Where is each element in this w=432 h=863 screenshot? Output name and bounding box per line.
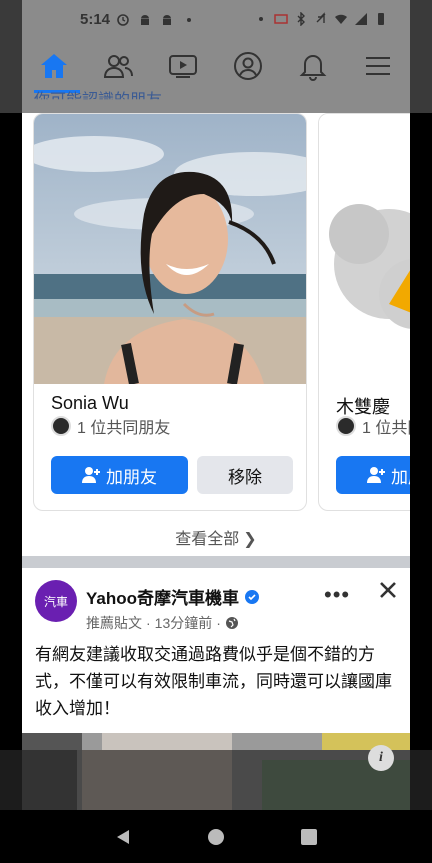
bell-icon (299, 55, 327, 81)
add-friend-label-2: 加朋友 (391, 467, 410, 487)
signal-icon (355, 13, 367, 25)
profile-icon (234, 52, 262, 80)
post-meta: 推薦貼文 · 13分鐘前 · (86, 613, 239, 633)
see-all-link[interactable]: 查看全部 ❯ (22, 525, 410, 549)
page-avatar-text: 汽車 (43, 594, 68, 609)
profile-photo[interactable] (34, 114, 306, 384)
post-header: 汽車 Yahoo奇摩汽車機車 推薦貼文 · 13分鐘前 · ••• (22, 568, 410, 638)
post-type: 推薦貼文 (86, 615, 142, 631)
status-bar: 5:14 (22, 0, 410, 40)
nav-home[interactable] (34, 48, 74, 84)
friend-suggestion-card: Sonia Wu 1 位共同朋友 加朋友 移除 (33, 113, 307, 511)
watch-icon (169, 55, 197, 78)
android-icon (141, 15, 149, 25)
mute-icon (316, 12, 326, 23)
dot-icon (187, 18, 191, 22)
add-friend-button[interactable]: 加朋友 (51, 456, 188, 494)
recents-icon[interactable] (300, 828, 318, 846)
wifi-icon (335, 14, 347, 24)
post-image[interactable] (22, 733, 410, 750)
add-friend-button-2[interactable]: 加朋友 (336, 456, 410, 494)
post-time[interactable]: 13分鐘前 (155, 613, 213, 633)
post-image-dimmed (22, 750, 410, 810)
mutual-friend-avatar-2 (336, 416, 356, 436)
mutual-friends: 1 位共同朋友 (51, 414, 170, 438)
menu-icon (366, 57, 390, 75)
remove-label: 移除 (228, 467, 262, 487)
status-right-icons (254, 12, 388, 26)
cast-icon (274, 14, 288, 24)
system-navigation-bar (0, 810, 432, 863)
fluffy-avatar-image (319, 114, 410, 384)
android-icon-2 (163, 15, 171, 25)
friends-icon (103, 55, 133, 78)
mutual-friends-2: 1 位共同朋友 (336, 414, 410, 438)
top-nav-bar (22, 40, 410, 94)
page-name[interactable]: Yahoo奇摩汽車機車 (86, 584, 260, 609)
meta-separator-2: · (216, 615, 221, 631)
page-avatar[interactable]: 汽車 (35, 580, 77, 622)
dimmed-building-image (22, 750, 410, 810)
post-image-building (22, 733, 410, 750)
section-divider (22, 556, 410, 568)
mutual-friends-text-2: 1 位共同朋友 (362, 420, 410, 437)
alarm-icon (117, 14, 129, 26)
close-icon[interactable] (378, 580, 398, 600)
add-friend-label: 加朋友 (106, 467, 157, 487)
remove-button[interactable]: 移除 (197, 456, 293, 494)
post-text: 有網友建議收取交通過路費似乎是個不錯的方式，不僅可以有效限制車流，同時還可以讓國… (35, 645, 392, 718)
nav-profile[interactable] (228, 48, 268, 84)
add-friend-icon (82, 467, 100, 483)
add-friend-icon-2 (367, 467, 385, 483)
status-left-icons (116, 13, 196, 27)
bluetooth-icon (297, 12, 305, 26)
profile-photo-2[interactable] (319, 114, 410, 384)
mutual-friend-avatar (51, 416, 71, 436)
nav-menu[interactable] (358, 48, 398, 84)
nav-friends[interactable] (98, 48, 138, 84)
mutual-friends-text: 1 位共同朋友 (77, 420, 171, 437)
see-all-label: 查看全部 (175, 531, 240, 548)
status-time: 5:14 (80, 11, 111, 28)
nav-notifications[interactable] (293, 48, 333, 84)
friend-suggestion-card-2: 木雙慶 1 位共同朋友 加朋友 (318, 113, 410, 511)
battery-icon (378, 13, 384, 25)
chevron-right-icon: ❯ (243, 531, 257, 548)
dot-icon-right (259, 17, 263, 21)
verified-badge-icon (245, 589, 260, 604)
home-circle-icon[interactable] (207, 828, 225, 846)
back-icon[interactable] (114, 828, 132, 846)
suggestion-name[interactable]: Sonia Wu (51, 393, 129, 414)
meta-separator: · (146, 615, 151, 631)
nav-watch[interactable] (163, 48, 203, 84)
globe-icon (225, 617, 238, 629)
home-icon (41, 54, 67, 78)
feed-content: Sonia Wu 1 位共同朋友 加朋友 移除 木雙慶 1 位共同朋友 (22, 113, 410, 750)
info-icon[interactable]: i (368, 745, 394, 771)
beach-portrait-image (34, 114, 306, 384)
page-name-text: Yahoo奇摩汽車機車 (86, 589, 240, 608)
more-options-icon[interactable]: ••• (324, 582, 350, 608)
